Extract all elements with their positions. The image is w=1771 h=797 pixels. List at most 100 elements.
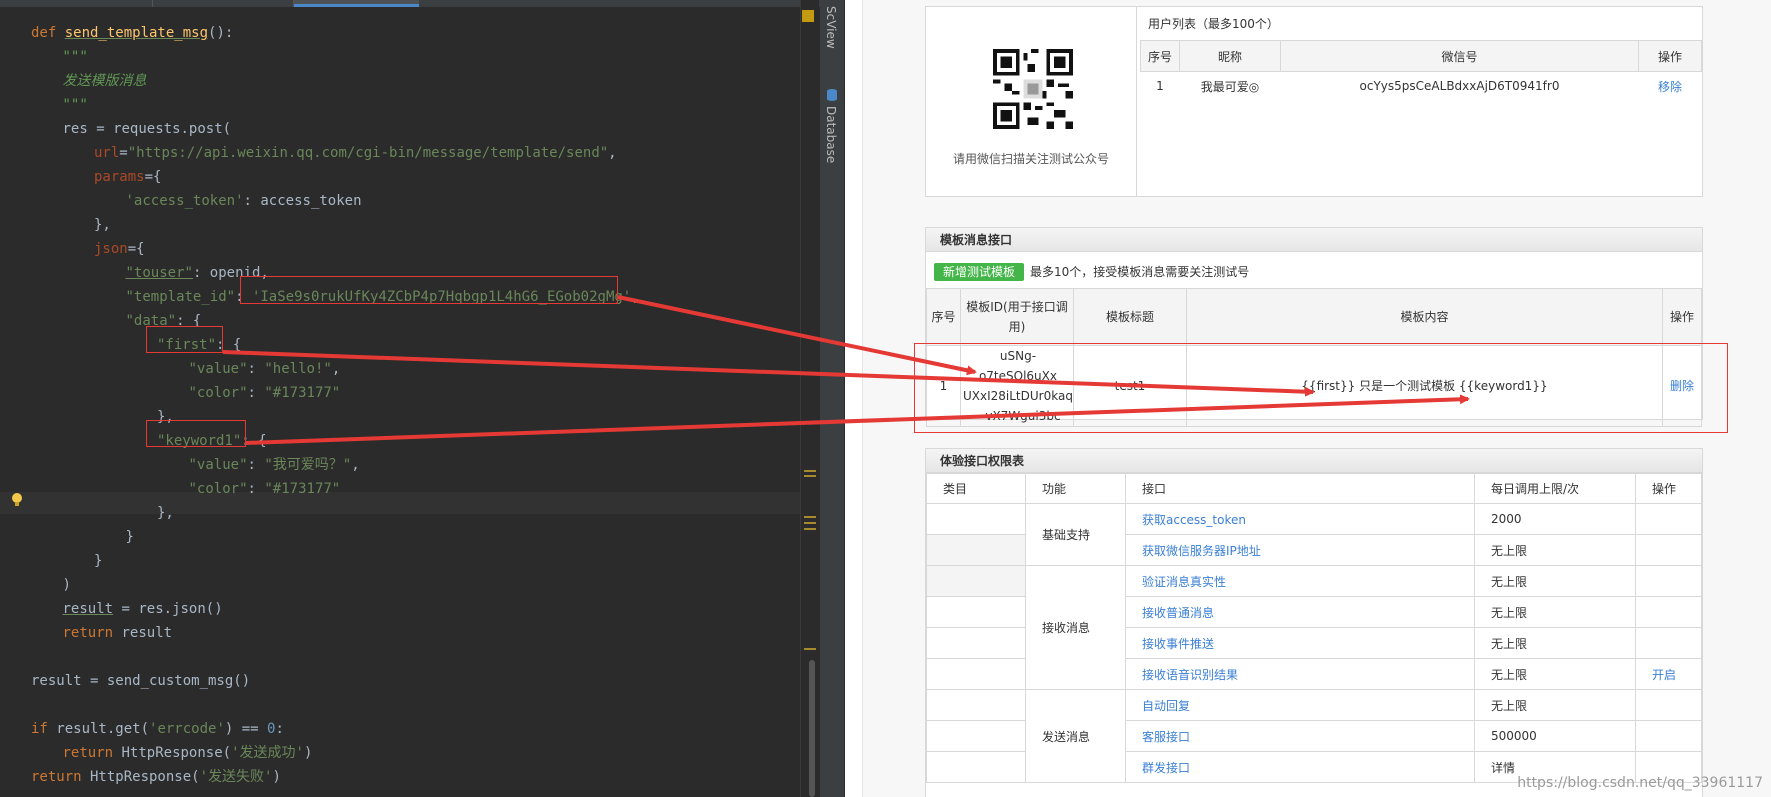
- action-link[interactable]: [1635, 720, 1702, 752]
- api-link[interactable]: 群发接口: [1125, 751, 1475, 783]
- col-header-action: 操作: [1635, 473, 1702, 504]
- table-header-row: 类目 功能 接口 每日调用上限/次 操作: [926, 473, 1702, 504]
- action-link[interactable]: 开启: [1635, 658, 1702, 690]
- warning-indicator-icon[interactable]: [802, 10, 814, 22]
- code-line[interactable]: """: [63, 46, 88, 68]
- scroll-thumb[interactable]: [809, 660, 815, 797]
- editor-scrollbar[interactable]: [800, 0, 819, 797]
- scview-tool-label[interactable]: ScView: [824, 6, 838, 49]
- category-cell: [926, 503, 1026, 535]
- code-token: "color": [188, 385, 248, 401]
- code-line[interactable]: },: [94, 214, 111, 236]
- user-list-panel: 请用微信扫描关注测试公众号 用户列表（最多100个） 序号 昵称 微信号 操作 …: [925, 6, 1703, 197]
- code-line[interactable]: "color": "#173177": [189, 478, 341, 500]
- code-token: result = send_custom_msg(): [31, 673, 251, 689]
- user-nickname: 我最可爱◎: [1179, 71, 1281, 100]
- daily-limit-cell: 无上限: [1474, 565, 1636, 597]
- code-token: "color": [188, 481, 248, 497]
- code-line[interactable]: }: [126, 526, 134, 548]
- function-cell: 基础支持: [1025, 503, 1126, 566]
- code-token: params: [94, 169, 145, 185]
- code-line[interactable]: return result: [63, 622, 173, 644]
- code-token: return: [31, 769, 82, 785]
- code-token: }: [94, 553, 103, 569]
- col-header-daily-limit: 每日调用上限/次: [1474, 473, 1636, 504]
- api-link[interactable]: 接收普通消息: [1125, 596, 1475, 628]
- code-token: :: [247, 481, 265, 497]
- api-link[interactable]: 验证消息真实性: [1125, 565, 1475, 597]
- code-token: send_template_msg: [64, 25, 209, 41]
- code-line[interactable]: result = send_custom_msg(): [31, 670, 250, 692]
- table-row: 发送消息 自动回复 无上限: [926, 689, 1702, 783]
- code-token: : access_token: [243, 193, 362, 209]
- code-token: },: [94, 217, 111, 233]
- database-icon[interactable]: [826, 88, 838, 102]
- code-line[interactable]: 发送模版消息: [63, 70, 147, 92]
- table-row: 接收消息 验证消息真实性 无上限: [926, 565, 1702, 690]
- action-link[interactable]: [1635, 689, 1702, 721]
- code-line[interactable]: json={: [94, 238, 145, 260]
- api-link[interactable]: 获取微信服务器IP地址: [1125, 534, 1475, 566]
- action-link[interactable]: [1635, 503, 1702, 535]
- category-cell: [926, 689, 1026, 721]
- code-line[interactable]: result = res.json(): [63, 598, 223, 620]
- function-cell: 发送消息: [1025, 689, 1126, 783]
- action-link[interactable]: [1635, 596, 1702, 628]
- code-line[interactable]: "color": "#173177": [189, 382, 341, 404]
- user-list-title: 用户列表（最多100个）: [1148, 17, 1279, 31]
- template-row-highlight-box: [914, 343, 1728, 433]
- action-link[interactable]: [1635, 565, 1702, 597]
- function-cell: 接收消息: [1025, 565, 1126, 690]
- code-line[interactable]: return HttpResponse('发送成功'): [63, 742, 313, 764]
- code-line[interactable]: "value": "我可爱吗？",: [189, 454, 360, 476]
- code-line[interactable]: """: [63, 94, 88, 116]
- panel-title: 体验接口权限表: [926, 449, 1702, 473]
- code-line[interactable]: params={: [94, 166, 161, 188]
- code-token: "template_id": [125, 289, 236, 305]
- database-tool-label[interactable]: Database: [824, 106, 838, 163]
- code-token: :: [275, 721, 284, 737]
- code-token: :: [247, 361, 265, 377]
- code-line[interactable]: }: [94, 550, 102, 572]
- qr-caption: 请用微信扫描关注测试公众号: [952, 152, 1109, 166]
- panel-title: 模板消息接口: [926, 228, 1702, 252]
- code-line[interactable]: },: [157, 502, 174, 524]
- lightbulb-icon[interactable]: [10, 492, 24, 508]
- code-editor[interactable]: def send_template_msg(): """ 发送模版消息 """ res …: [0, 0, 820, 797]
- code-token: result: [62, 601, 114, 617]
- col-header-template-id: 模板ID(用于接口调用): [960, 288, 1074, 346]
- code-token: """: [62, 97, 88, 113]
- code-token: = res.json(): [113, 601, 223, 617]
- code-line[interactable]: 'access_token': access_token: [126, 190, 362, 212]
- code-line[interactable]: def send_template_msg():: [31, 22, 233, 44]
- table-header-row: 序号 模板ID(用于接口调用) 模板标题 模板内容 操作: [926, 288, 1703, 346]
- action-link[interactable]: [1635, 627, 1702, 659]
- category-cell: [926, 751, 1026, 783]
- code-line[interactable]: res = requests.post(: [63, 118, 232, 140]
- code-area[interactable]: def send_template_msg(): """ 发送模版消息 """ res …: [0, 10, 818, 797]
- code-line[interactable]: if result.get('errcode') == 0:: [31, 718, 284, 740]
- add-test-template-button[interactable]: 新增测试模板: [934, 263, 1024, 281]
- editor-tab[interactable]: [153, 0, 294, 7]
- col-header-wechat-id: 微信号: [1280, 40, 1639, 72]
- code-token: "hello!": [264, 361, 332, 377]
- api-link[interactable]: 自动回复: [1125, 689, 1475, 721]
- api-link[interactable]: 客服接口: [1125, 720, 1475, 752]
- daily-limit-cell: 2000: [1474, 503, 1636, 535]
- editor-tab-active[interactable]: [294, 0, 419, 7]
- api-link[interactable]: 获取access_token: [1125, 503, 1475, 535]
- code-line[interactable]: url="https://api.weixin.qq.com/cgi-bin/m…: [94, 142, 617, 164]
- api-link[interactable]: 接收语音识别结果: [1125, 658, 1475, 690]
- code-line[interactable]: "value": "hello!",: [189, 358, 341, 380]
- editor-tab[interactable]: [32, 0, 153, 7]
- code-token: url: [94, 145, 120, 161]
- api-permissions-panel: 体验接口权限表 类目 功能 接口 每日调用上限/次 操作 基础支持 获取acces…: [925, 448, 1703, 797]
- action-link[interactable]: [1635, 534, 1702, 566]
- api-link[interactable]: 接收事件推送: [1125, 627, 1475, 659]
- daily-limit-cell: 无上限: [1474, 534, 1636, 566]
- remove-user-link[interactable]: 移除: [1638, 71, 1702, 100]
- col-header-no: 序号: [926, 288, 961, 346]
- code-line[interactable]: ): [63, 574, 71, 596]
- code-token: 发送模版消息: [62, 73, 147, 89]
- code-line[interactable]: return HttpResponse('发送失败'): [31, 766, 281, 788]
